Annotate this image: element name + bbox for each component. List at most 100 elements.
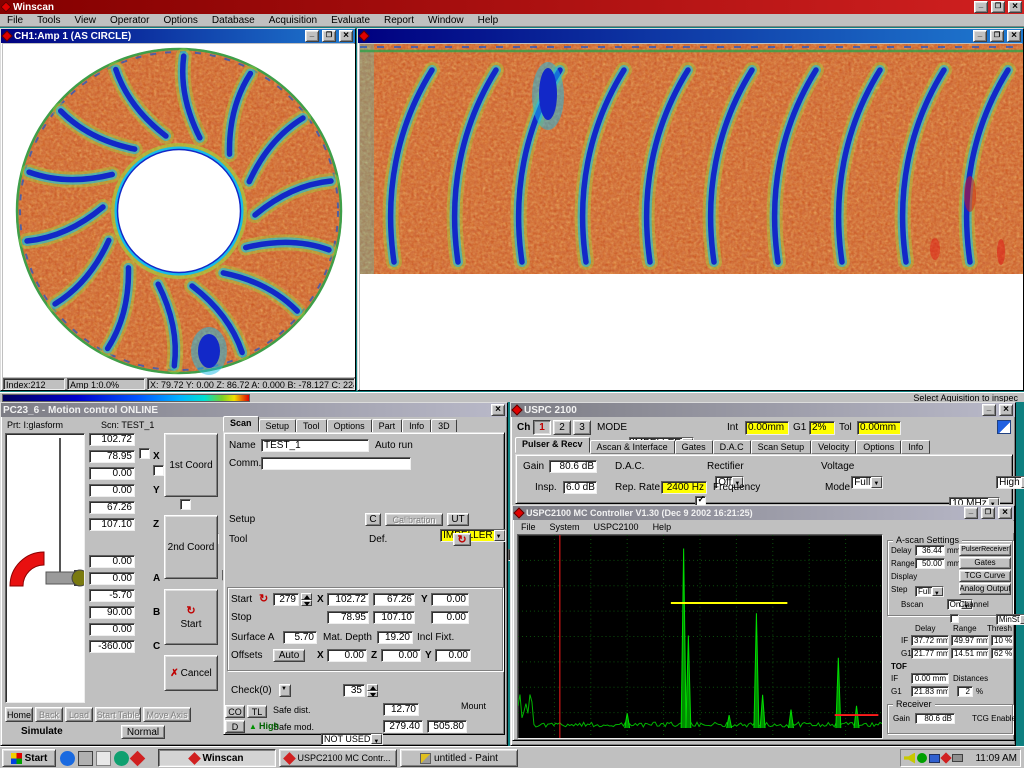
mc-minimize-button[interactable] [964, 507, 978, 519]
quicklaunch-app-icon[interactable] [130, 750, 146, 766]
recv-gain-input[interactable]: 80.6 dB [915, 713, 955, 724]
tl-button[interactable]: TL [247, 705, 267, 718]
chevron-down-icon[interactable] [494, 530, 505, 541]
g1-range-input[interactable]: 14.51 mm [951, 648, 989, 659]
clock[interactable]: 11:09 AM [975, 752, 1017, 765]
load-button[interactable]: Load [65, 707, 93, 722]
tab-info[interactable]: Info [402, 419, 431, 433]
range-input[interactable]: 50.00 [915, 558, 945, 569]
pct-input[interactable]: 2 [957, 686, 973, 697]
chevron-down-icon[interactable] [871, 477, 882, 488]
uspc-titlebar[interactable]: USPC 2100 [511, 403, 1015, 417]
chevron-down-icon[interactable] [1020, 615, 1024, 624]
start-count-input[interactable]: 279 [273, 593, 299, 606]
menu-tools[interactable]: Tools [30, 14, 67, 27]
mc-maximize-button[interactable] [981, 507, 995, 519]
menu-evaluate[interactable]: Evaluate [324, 14, 377, 27]
setup-select[interactable]: IMPELLER [440, 529, 505, 542]
chevron-down-icon[interactable] [932, 587, 943, 596]
mc-menu-file[interactable]: File [514, 521, 543, 533]
task-winscan[interactable]: Winscan [158, 749, 276, 767]
axis-checkbox[interactable] [139, 448, 150, 459]
g1-thresh-input[interactable]: 62 % [991, 648, 1013, 659]
mc-close-button[interactable] [998, 507, 1012, 519]
tab-scan-setup[interactable]: Scan Setup [751, 440, 812, 454]
channel-1-button[interactable]: 1 [533, 420, 551, 435]
menu-operator[interactable]: Operator [103, 14, 156, 27]
g1-value[interactable]: 2% [809, 421, 835, 435]
tab-velocity[interactable]: Velocity [811, 440, 856, 454]
insp-input[interactable]: 6.0 dB [563, 481, 597, 494]
stop-x-input[interactable]: 78.95 [327, 611, 369, 624]
tab-setup[interactable]: Setup [259, 419, 297, 433]
cscan-unwrap-titlebar[interactable] [358, 29, 1023, 43]
scan-name-input[interactable]: TEST_1 [261, 439, 369, 452]
co-button[interactable]: CO [225, 705, 245, 718]
tray-monitor-icon[interactable] [929, 754, 940, 763]
gates-button[interactable]: Gates [959, 557, 1011, 569]
g1-delay-input[interactable]: 21.77 mm [911, 648, 949, 659]
cscan-circle-maximize-button[interactable] [322, 30, 336, 42]
axis-value[interactable]: 0.00 [89, 572, 135, 585]
safedist-input[interactable]: 12.70 [383, 703, 419, 716]
tcg-curve-button[interactable]: TCG Curve [959, 570, 1011, 582]
tray-app-icon[interactable] [940, 752, 951, 763]
motion-titlebar[interactable]: PC23_6 - Motion control ONLINE [1, 403, 507, 417]
offset-y-input[interactable]: 0.00 [435, 649, 471, 662]
chevron-down-icon[interactable] [371, 734, 382, 744]
main-maximize-button[interactable] [991, 1, 1005, 13]
start-x2-input[interactable]: 67.26 [373, 593, 415, 606]
start-x-input[interactable]: 102.72 [327, 593, 369, 606]
axis-value[interactable]: -5.70 [89, 589, 135, 602]
int-value[interactable]: 0.00mm [745, 421, 789, 435]
rectifier-select[interactable]: Full [851, 476, 883, 489]
analog-output-button[interactable]: Analog Output [959, 583, 1011, 595]
tab-part[interactable]: Part [372, 419, 403, 433]
uspc-minimize-button[interactable] [982, 404, 996, 416]
safedist-select[interactable]: NOT USED [321, 733, 383, 745]
start-row-icon[interactable] [259, 592, 268, 605]
menu-options[interactable]: Options [156, 14, 204, 27]
axis-value[interactable]: 67.26 [89, 501, 135, 514]
start-button[interactable]: Start [2, 749, 56, 767]
tof-g1-input[interactable]: 21.83 mm [911, 686, 949, 697]
home-button[interactable]: Home [5, 707, 33, 722]
if-range-input[interactable]: 49.97 mm [951, 635, 989, 646]
start-y-input[interactable]: 0.00 [431, 593, 469, 606]
axis-checkbox[interactable] [153, 465, 164, 476]
axis-value[interactable]: 0.00 [89, 623, 135, 636]
first-coord-button[interactable]: 1st Coord [164, 433, 218, 497]
axis-value[interactable]: 90.00 [89, 606, 135, 619]
start-table-button[interactable]: Start Table [95, 707, 141, 722]
quicklaunch-browser-icon[interactable] [60, 751, 75, 766]
quicklaunch-globe-icon[interactable] [114, 751, 129, 766]
cscan-circle-minimize-button[interactable] [305, 30, 319, 42]
pulser-receiver-button[interactable]: PulserReceiver [959, 544, 1011, 556]
bscan-checkbox[interactable] [950, 614, 959, 623]
tab-scan[interactable]: Scan [223, 416, 259, 432]
mc-menu-uspc2100[interactable]: USPC2100 [587, 521, 646, 533]
def-edit-button[interactable] [453, 533, 471, 546]
menu-help[interactable]: Help [471, 14, 506, 27]
mc-menu-help[interactable]: Help [646, 521, 679, 533]
task-uspc2100[interactable]: USPC2100 MC Contr... [279, 749, 397, 767]
tab-3d[interactable]: 3D [431, 419, 457, 433]
delay-input[interactable]: 36.44 [915, 545, 945, 556]
cscan-unwrap-maximize-button[interactable] [990, 30, 1004, 42]
channel-3-button[interactable]: 3 [573, 420, 591, 435]
tab-dac[interactable]: D.A.C [713, 440, 751, 454]
calibration-button[interactable]: Calibration [385, 513, 443, 526]
axis-value[interactable]: 107.10 [89, 518, 135, 531]
mc-menu-system[interactable]: System [543, 521, 587, 533]
tab-ascan-interface[interactable]: Ascan & Interface [590, 440, 675, 454]
comm-input[interactable] [261, 457, 411, 470]
voltage-select[interactable]: High [996, 476, 1024, 489]
tab-options[interactable]: Options [327, 419, 372, 433]
second-coord-button[interactable]: 2nd Coord [164, 515, 218, 579]
cscan-unwrap-close-button[interactable] [1007, 30, 1021, 42]
cscan-circle-titlebar[interactable]: CH1:Amp 1 (AS CIRCLE) [1, 29, 355, 43]
depth-input[interactable]: 19.20 [377, 631, 413, 644]
uspc-close-button[interactable] [999, 404, 1013, 416]
if-delay-input[interactable]: 37.72 mm [911, 635, 949, 646]
start-motion-button[interactable]: Start [164, 589, 218, 645]
